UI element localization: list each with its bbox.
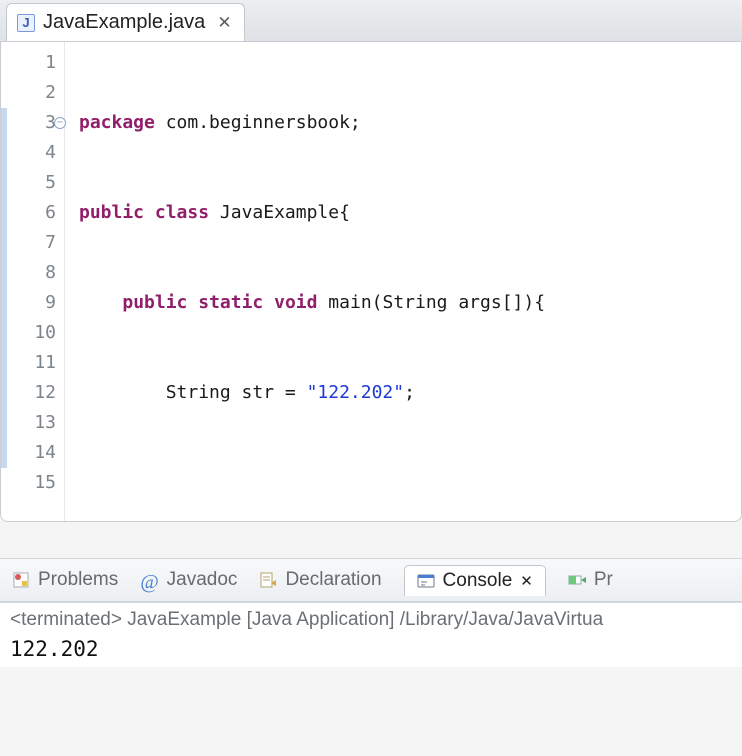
line-number: 1	[1, 48, 56, 78]
editor-tab-javaexample[interactable]: J JavaExample.java ✕	[6, 3, 245, 41]
line-number: 15	[1, 468, 56, 498]
problems-icon	[12, 571, 30, 589]
editor-tab-bar: J JavaExample.java ✕	[0, 0, 742, 42]
bottom-view-tab-bar: Problems @ Javadoc Declaration Console ✕…	[0, 558, 742, 602]
declaration-icon	[259, 571, 277, 589]
console-view: <terminated> JavaExample [Java Applicati…	[0, 602, 742, 667]
console-status: <terminated> JavaExample [Java Applicati…	[10, 609, 732, 631]
line-number: 9	[1, 288, 56, 318]
code-line: public class JavaExample{	[79, 198, 741, 228]
console-icon	[417, 572, 435, 590]
tab-title: JavaExample.java	[43, 11, 205, 34]
code-editor[interactable]: 123−456789101112131415 package com.begin…	[0, 42, 742, 522]
line-number: 10	[1, 318, 56, 348]
line-number: 2	[1, 78, 56, 108]
tab-javadoc[interactable]: @ Javadoc	[140, 569, 237, 591]
line-number: 8	[1, 258, 56, 288]
code-line: package com.beginnersbook;	[79, 108, 741, 138]
tab-problems[interactable]: Problems	[12, 569, 118, 591]
line-number: 4	[1, 138, 56, 168]
line-number: 12	[1, 378, 56, 408]
line-number: 11	[1, 348, 56, 378]
tab-declaration[interactable]: Declaration	[259, 569, 381, 591]
line-number: 13	[1, 408, 56, 438]
console-output-line: 122.202	[10, 637, 732, 661]
line-number: 3−	[1, 108, 56, 138]
tab-label: Console	[443, 570, 513, 592]
tab-label: Problems	[38, 569, 118, 591]
tab-label: Declaration	[285, 569, 381, 591]
line-number: 7	[1, 228, 56, 258]
progress-icon	[568, 571, 586, 589]
line-number-gutter: 123−456789101112131415	[1, 42, 65, 521]
tab-console[interactable]: Console ✕	[404, 565, 546, 596]
javadoc-icon: @	[140, 571, 158, 589]
java-file-icon: J	[17, 14, 35, 32]
line-number: 6	[1, 198, 56, 228]
line-number: 5	[1, 168, 56, 198]
line-number: 14	[1, 438, 56, 468]
tab-label: Javadoc	[167, 569, 238, 591]
code-line	[79, 468, 741, 498]
close-icon[interactable]: ✕	[520, 572, 533, 590]
code-line: String str = "122.202";	[79, 378, 741, 408]
tab-label: Pr	[594, 569, 613, 591]
code-line: public static void main(String args[]){	[79, 288, 741, 318]
code-area[interactable]: package com.beginnersbook; public class …	[65, 42, 741, 521]
tab-progress[interactable]: Pr	[568, 569, 613, 591]
close-icon[interactable]: ✕	[217, 13, 229, 33]
